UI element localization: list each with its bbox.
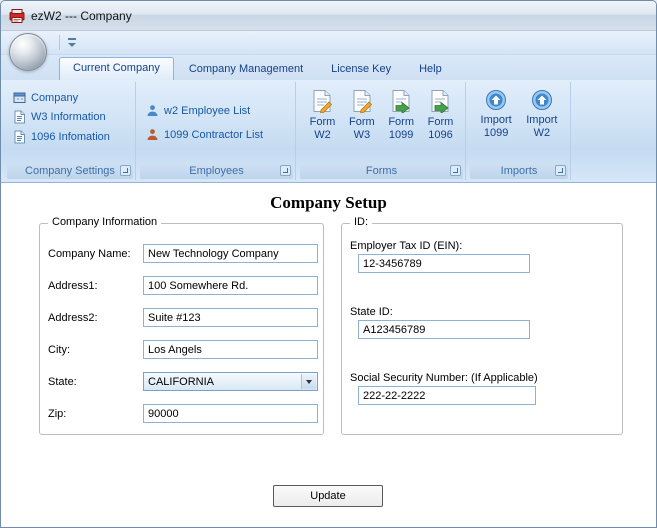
chevron-down-icon bbox=[306, 380, 312, 387]
ribbon-button-import-w2[interactable]: Import W2 bbox=[524, 86, 559, 163]
app-window: ezW2 --- Company Current Company Company… bbox=[0, 0, 657, 528]
button-label-line1: Form bbox=[388, 116, 414, 128]
state-selected-value: CALIFORNIA bbox=[148, 375, 215, 388]
address2-field[interactable] bbox=[143, 308, 318, 327]
ribbon-group-forms: Form W2 Form W3 Form 1099 Form 1096 Form… bbox=[298, 82, 466, 180]
ribbon-item-1096-information[interactable]: 1096 Infomation bbox=[5, 127, 135, 147]
ribbon-item-label: 1099 Contractor List bbox=[164, 128, 264, 141]
page-title: Company Setup bbox=[270, 193, 387, 212]
groupbox-caption: Company Information bbox=[48, 216, 162, 228]
button-label-line2: W3 bbox=[353, 129, 371, 141]
company-icon bbox=[13, 92, 26, 103]
button-label-line2: 1096 bbox=[428, 129, 453, 141]
tab-help[interactable]: Help bbox=[406, 59, 455, 80]
ssn-label: Social Security Number: (If Applicable) bbox=[350, 372, 538, 384]
group-caption-label: Company Settings bbox=[25, 165, 115, 177]
update-button[interactable]: Update bbox=[273, 485, 383, 507]
state-select[interactable]: CALIFORNIA bbox=[143, 372, 318, 391]
city-field[interactable] bbox=[143, 340, 318, 359]
button-label-line1: Import bbox=[480, 114, 512, 126]
ribbon-group-company-settings: Company W3 Information 1096 Infomation C… bbox=[5, 82, 136, 180]
customize-toolbar-chevron-icon[interactable] bbox=[67, 38, 77, 50]
button-label-line2: W2 bbox=[533, 127, 551, 139]
ribbon-group-employees: w2 Employee List 1099 Contractor List Em… bbox=[138, 82, 296, 180]
button-label-line1: Import bbox=[526, 114, 558, 126]
ribbon-button-form-1096[interactable]: Form 1096 bbox=[426, 86, 456, 163]
button-label-line1: Form bbox=[309, 116, 336, 128]
window-title: ezW2 --- Company bbox=[31, 8, 132, 23]
tab-license-key[interactable]: License Key bbox=[318, 59, 404, 80]
app-icon bbox=[9, 8, 25, 23]
dialog-launcher-icon[interactable] bbox=[280, 165, 291, 176]
dialog-launcher-icon[interactable] bbox=[120, 165, 131, 176]
import-icon bbox=[486, 90, 507, 110]
group-caption-imports: Imports bbox=[470, 163, 568, 179]
zip-label: Zip: bbox=[48, 408, 67, 420]
ribbon-group-imports: Import 1099 Import W2 Imports bbox=[468, 82, 571, 180]
state-id-field[interactable] bbox=[358, 320, 530, 339]
application-menu-orb-button[interactable] bbox=[9, 33, 47, 71]
button-label-line2: 1099 bbox=[388, 129, 414, 141]
ribbon-button-form-w2[interactable]: Form W2 bbox=[308, 86, 338, 163]
company-name-field[interactable] bbox=[143, 244, 318, 263]
ribbon-item-label: Company bbox=[31, 91, 79, 104]
address2-label: Address2: bbox=[48, 312, 98, 324]
ribbon: Company W3 Information 1096 Infomation C… bbox=[1, 80, 656, 183]
company-information-groupbox: Company Information Company Name: Addres… bbox=[39, 216, 324, 435]
group-caption-employees: Employees bbox=[140, 163, 293, 179]
city-label: City: bbox=[48, 344, 70, 356]
tab-company-management[interactable]: Company Management bbox=[176, 59, 316, 80]
quick-access-toolbar bbox=[1, 31, 656, 71]
form-edit-icon bbox=[353, 90, 372, 113]
title-bar: ezW2 --- Company bbox=[1, 1, 656, 31]
form-export-icon bbox=[392, 90, 410, 113]
ribbon-button-import-1099[interactable]: Import 1099 bbox=[479, 86, 514, 163]
combo-dropdown-button[interactable] bbox=[301, 374, 316, 389]
ribbon-button-form-1099[interactable]: Form 1099 bbox=[386, 86, 416, 163]
form-edit-icon bbox=[313, 90, 333, 113]
state-id-label: State ID: bbox=[350, 306, 393, 318]
w3-document-icon bbox=[14, 110, 25, 124]
ssn-field[interactable] bbox=[358, 386, 536, 405]
group-caption-forms: Forms bbox=[300, 163, 463, 179]
group-caption-label: Employees bbox=[189, 165, 244, 177]
id-groupbox: ID: Employer Tax ID (EIN): State ID: Soc… bbox=[341, 216, 623, 435]
group-caption-company-settings: Company Settings bbox=[7, 163, 133, 179]
ribbon-item-label: 1096 Infomation bbox=[31, 131, 110, 143]
ribbon-item-label: w2 Employee List bbox=[164, 104, 251, 117]
zip-field[interactable] bbox=[143, 404, 318, 423]
import-icon bbox=[531, 90, 552, 110]
ribbon-item-label: W3 Information bbox=[31, 111, 106, 123]
ribbon-item-1099-contractor-list[interactable]: 1099 Contractor List bbox=[138, 125, 295, 144]
dialog-launcher-icon[interactable] bbox=[555, 165, 566, 176]
group-caption-label: Forms bbox=[365, 165, 398, 177]
toolbar-separator bbox=[59, 35, 60, 50]
address1-field[interactable] bbox=[143, 276, 318, 295]
button-label-line2: 1099 bbox=[483, 127, 509, 139]
button-label-line1: Form bbox=[348, 116, 375, 128]
button-label-line1: Form bbox=[427, 116, 454, 128]
form-export-icon bbox=[431, 90, 450, 113]
contractor-person-icon bbox=[147, 129, 158, 140]
ribbon-button-form-w3[interactable]: Form W3 bbox=[347, 86, 377, 163]
dialog-launcher-icon[interactable] bbox=[450, 165, 461, 176]
ribbon-tab-strip: Current Company Company Management Licen… bbox=[1, 55, 656, 80]
employee-person-icon bbox=[147, 105, 158, 116]
ribbon-item-company[interactable]: Company bbox=[5, 88, 135, 107]
ribbon-item-w3-information[interactable]: W3 Information bbox=[5, 107, 135, 127]
company-name-label: Company Name: bbox=[48, 248, 131, 260]
ein-label: Employer Tax ID (EIN): bbox=[350, 240, 463, 252]
state-label: State: bbox=[48, 376, 77, 388]
address1-label: Address1: bbox=[48, 280, 98, 292]
main-content: Company Setup Company Information Compan… bbox=[1, 183, 656, 527]
tab-current-company[interactable]: Current Company bbox=[59, 57, 174, 80]
groupbox-caption: ID: bbox=[350, 216, 373, 228]
group-caption-label: Imports bbox=[500, 165, 538, 177]
ein-field[interactable] bbox=[358, 254, 530, 273]
ribbon-item-w2-employee-list[interactable]: w2 Employee List bbox=[138, 101, 295, 120]
document-1096-icon bbox=[14, 130, 25, 144]
button-label-line2: W2 bbox=[314, 129, 331, 141]
